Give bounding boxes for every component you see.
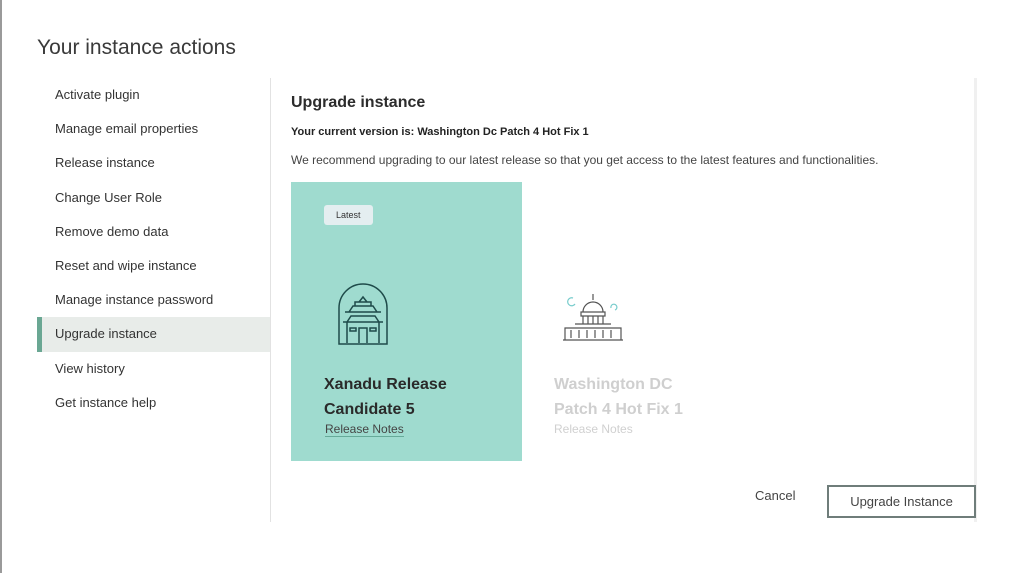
sidebar-item-remove-demo-data[interactable]: Remove demo data [37,215,270,249]
sidebar-item-upgrade-instance[interactable]: Upgrade instance [37,317,270,352]
sidebar: Activate plugin Manage email properties … [37,78,271,522]
recommendation-text: We recommend upgrading to our latest rel… [291,153,879,167]
page-title: Your instance actions [37,36,236,59]
sidebar-item-get-help[interactable]: Get instance help [37,386,270,420]
release-card-washington[interactable]: Washington DC Patch 4 Hot Fix 1 Release N… [537,182,768,461]
section-heading: Upgrade instance [291,94,426,111]
release-name: Xanadu Release Candidate 5 [324,376,447,418]
sidebar-item-view-history[interactable]: View history [37,352,270,386]
sidebar-item-release-instance[interactable]: Release instance [37,146,270,180]
current-version: Your current version is: Washington Dc P… [291,126,589,138]
sidebar-item-manage-password[interactable]: Manage instance password [37,283,270,317]
release-card-xanadu[interactable]: Latest Xanadu Release Candidate 5 Release… [291,182,522,461]
release-notes-link[interactable]: Release Notes [325,422,404,437]
sidebar-item-reset-wipe[interactable]: Reset and wipe instance [37,249,270,283]
sidebar-item-manage-email[interactable]: Manage email properties [37,112,270,146]
sidebar-item-change-user-role[interactable]: Change User Role [37,181,270,215]
sidebar-item-activate-plugin[interactable]: Activate plugin [37,78,270,112]
main-panel: Upgrade instance Your current version is… [291,78,977,522]
release-notes-link[interactable]: Release Notes [554,422,633,436]
xanadu-temple-icon [338,283,388,345]
latest-badge: Latest [324,205,373,225]
capitol-building-icon [563,294,623,341]
release-name: Washington DC Patch 4 Hot Fix 1 [554,376,683,418]
cancel-button[interactable]: Cancel [755,488,795,503]
upgrade-instance-button[interactable]: Upgrade Instance [827,485,976,518]
